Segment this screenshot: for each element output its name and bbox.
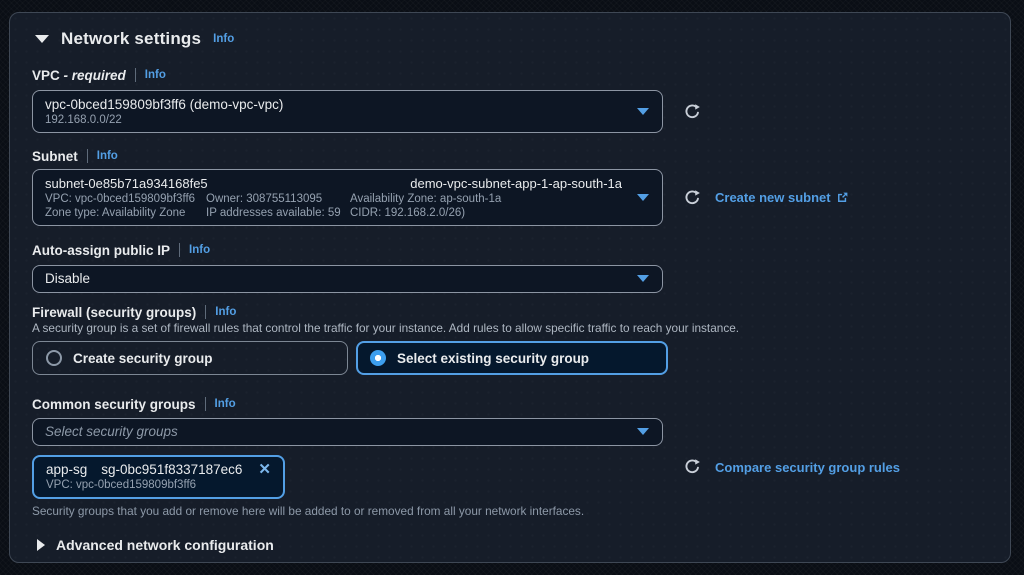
radio-tile-select-existing-security-group[interactable]: Select existing security group xyxy=(356,341,668,375)
chevron-down-icon xyxy=(637,193,649,201)
subnet-az: Availability Zone: ap-south-1a xyxy=(350,193,502,205)
firewall-label: Firewall (security groups) xyxy=(32,304,197,320)
chevron-down-icon xyxy=(637,275,649,282)
create-new-subnet-label: Create new subnet xyxy=(715,190,831,205)
security-group-token: app-sg sg-0bc951f8337187ec6 ✕ VPC: vpc-0… xyxy=(32,455,285,499)
refresh-security-groups-icon[interactable] xyxy=(683,458,701,476)
refresh-subnet-icon[interactable] xyxy=(683,189,701,207)
label-divider xyxy=(205,305,207,319)
auto-assign-value: Disable xyxy=(45,271,91,286)
token-remove-icon[interactable]: ✕ xyxy=(258,462,271,477)
subnet-selected-top: subnet-0e85b71a934168fe5 demo-vpc-subnet… xyxy=(45,176,622,192)
label-divider xyxy=(134,68,136,82)
radio-tile-create-security-group[interactable]: Create security group xyxy=(32,341,348,375)
security-groups-placeholder: Select security groups xyxy=(45,424,178,439)
common-sg-label-row: Common security groups Info xyxy=(32,396,988,412)
label-divider xyxy=(179,243,181,257)
token-sg-name: app-sg xyxy=(46,462,88,477)
firewall-options: Create security group Select existing se… xyxy=(32,341,988,375)
compare-rules-group: Compare security group rules xyxy=(683,458,900,476)
vpc-select[interactable]: vpc-0bced159809bf3ff6 (demo-vpc-vpc) 192… xyxy=(32,90,663,133)
token-line-1: app-sg sg-0bc951f8337187ec6 ✕ xyxy=(46,461,271,478)
subnet-label: Subnet xyxy=(32,148,78,164)
radio-tile-label: Create security group xyxy=(73,350,213,366)
vpc-label-row: VPC - required Info xyxy=(32,67,988,83)
security-groups-select[interactable]: Select security groups xyxy=(32,418,663,446)
section-header: Network settings Info xyxy=(32,29,988,49)
subnet-zone-type: Zone type: Availability Zone xyxy=(45,207,186,219)
auto-assign-label-row: Auto-assign public IP Info xyxy=(32,242,988,258)
subnet-detail-row-2: Zone type: Availability Zone IP addresse… xyxy=(45,206,622,220)
chevron-down-icon xyxy=(637,107,649,115)
subnet-id: subnet-0e85b71a934168fe5 xyxy=(45,176,208,191)
radio-unselected-icon[interactable] xyxy=(46,350,62,366)
section-title: Network settings xyxy=(61,29,202,48)
sg-token-row: app-sg sg-0bc951f8337187ec6 ✕ VPC: vpc-0… xyxy=(32,455,988,499)
subnet-owner: Owner: 308755113095 xyxy=(206,193,323,205)
advanced-network-configuration-expander[interactable]: Advanced network configuration xyxy=(32,537,988,553)
subnet-row: subnet-0e85b71a934168fe5 demo-vpc-subnet… xyxy=(32,169,988,226)
subnet-info-link[interactable]: Info xyxy=(97,150,118,162)
subnet-label-row: Subnet Info xyxy=(32,148,988,164)
vpc-selected-cidr: 192.168.0.0/22 xyxy=(45,114,122,126)
external-link-icon xyxy=(836,191,849,204)
security-groups-helper-text: Security groups that you add or remove h… xyxy=(32,504,585,518)
vpc-selected-value: vpc-0bced159809bf3ff6 (demo-vpc-vpc) xyxy=(45,97,284,112)
firewall-description: A security group is a set of firewall ru… xyxy=(32,321,740,335)
auto-assign-select[interactable]: Disable xyxy=(32,265,663,293)
auto-assign-row: Disable xyxy=(32,265,988,293)
vpc-row: vpc-0bced159809bf3ff6 (demo-vpc-vpc) 192… xyxy=(32,90,988,133)
subnet-cidr: CIDR: 192.168.2.0/26) xyxy=(350,207,466,219)
refresh-vpc-icon[interactable] xyxy=(683,103,701,121)
token-sg-id: sg-0bc951f8337187ec6 xyxy=(101,462,243,477)
vpc-label: VPC - required xyxy=(32,67,126,83)
radio-selected-icon[interactable] xyxy=(370,350,386,366)
firewall-info-link[interactable]: Info xyxy=(215,306,236,318)
vpc-info-link[interactable]: Info xyxy=(145,69,166,81)
label-divider xyxy=(86,149,88,163)
firewall-label-row: Firewall (security groups) Info xyxy=(32,304,988,320)
label-divider xyxy=(204,397,206,411)
create-new-subnet-link[interactable]: Create new subnet xyxy=(715,190,849,205)
common-sg-select-row: Select security groups xyxy=(32,418,988,446)
advanced-label: Advanced network configuration xyxy=(56,537,274,553)
compare-security-group-rules-link[interactable]: Compare security group rules xyxy=(715,460,900,475)
subnet-detail-row-1: VPC: vpc-0bced159809bf3ff6 Owner: 308755… xyxy=(45,192,622,206)
common-sg-info-link[interactable]: Info xyxy=(215,398,236,410)
network-settings-panel: Network settings Info VPC - required Inf… xyxy=(9,12,1011,563)
common-sg-label: Common security groups xyxy=(32,396,196,412)
subnet-ips-available: IP addresses available: 59 xyxy=(206,207,341,219)
token-sg-vpc: VPC: vpc-0bced159809bf3ff6 xyxy=(46,479,197,491)
section-info-link[interactable]: Info xyxy=(213,33,234,45)
auto-assign-info-link[interactable]: Info xyxy=(189,244,210,256)
subnet-select[interactable]: subnet-0e85b71a934168fe5 demo-vpc-subnet… xyxy=(32,169,663,226)
collapse-chevron-icon[interactable] xyxy=(35,35,49,43)
auto-assign-label: Auto-assign public IP xyxy=(32,242,171,258)
expand-chevron-icon xyxy=(37,539,45,551)
subnet-name: demo-vpc-subnet-app-1-ap-south-1a xyxy=(410,176,622,191)
radio-tile-label: Select existing security group xyxy=(397,350,590,366)
subnet-vpc: VPC: vpc-0bced159809bf3ff6 xyxy=(45,193,196,205)
chevron-down-icon xyxy=(637,428,649,435)
